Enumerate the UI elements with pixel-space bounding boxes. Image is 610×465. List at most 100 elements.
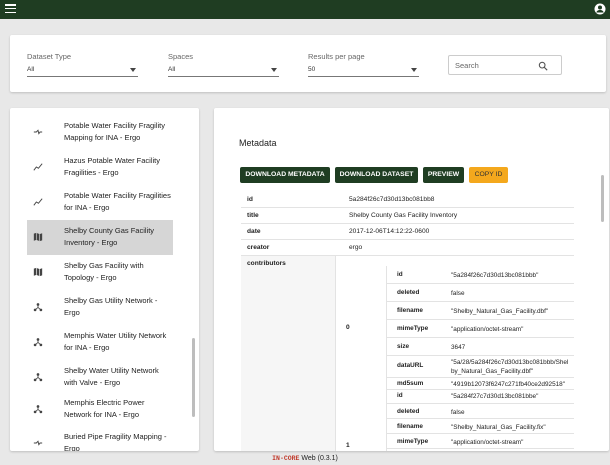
row-key: id [397, 271, 403, 278]
row-key: deleted [397, 289, 420, 296]
list-item-label: Shelby County Gas Facility Inventory - E… [64, 226, 155, 247]
list-item[interactable]: Memphis Water Utility Network for INA - … [27, 325, 173, 360]
spaces-label: Spaces [168, 52, 194, 61]
list-item[interactable]: Potable Water Facility Fragilities for I… [27, 185, 173, 220]
table-row: id 5a284f26c7d30d13bc081bb8 [241, 192, 574, 208]
list-scrollbar[interactable] [192, 338, 195, 417]
list-item-label: Memphis Electric Power Network for INA -… [64, 398, 145, 419]
download-dataset-button[interactable]: DOWNLOAD DATASET [335, 167, 418, 183]
fragility-curve-icon [33, 163, 43, 171]
row-value: "application/octet-stream" [451, 326, 524, 333]
footer-brand: IN-CORE [272, 455, 300, 462]
row-key: deleted [397, 408, 420, 415]
account-icon[interactable] [594, 3, 606, 15]
filter-card: Dataset Type All Spaces All Results per … [10, 35, 606, 92]
network-icon [33, 405, 43, 414]
row-key: size [397, 343, 410, 350]
results-per-page-value: 50 [308, 66, 316, 73]
file-descriptor-index: 1 [346, 442, 350, 449]
row-key: mimeType [397, 438, 429, 445]
row-value: "Shelby_Natural_Gas_Facility.dbf" [451, 308, 549, 315]
results-per-page-filter: Results per page 50 [308, 52, 419, 77]
dropdown-caret-icon [271, 68, 277, 72]
metadata-table: id 5a284f26c7d30d13bc081bb8 title Shelby… [241, 192, 574, 451]
metadata-scrollbar[interactable] [601, 175, 604, 222]
list-item[interactable]: Memphis Electric Power Network for INA -… [27, 392, 173, 427]
search-icon[interactable] [538, 61, 548, 71]
spaces-filter: Spaces All [168, 52, 279, 77]
table-row: id "5a284f27c7d30d13bc081bbe" [387, 390, 574, 404]
menu-icon[interactable] [5, 4, 16, 14]
row-key: creator [247, 244, 270, 251]
table-row: date 2017-12-06T14:12:22-0600 [241, 224, 574, 240]
contributors-cell: contributors [241, 256, 336, 451]
table-row: id "5a284f26c7d30d13bc081bbb" [387, 266, 574, 284]
spaces-value: All [168, 66, 176, 73]
list-item[interactable]: Shelby Gas Facility with Topology - Ergo [27, 255, 173, 290]
row-value: false [451, 409, 465, 416]
list-item[interactable]: Shelby Water Utility Network with Valve … [27, 360, 173, 395]
download-metadata-button[interactable]: DOWNLOAD METADATA [240, 167, 330, 183]
search-box [448, 55, 562, 75]
row-key: mimeType [397, 325, 429, 332]
dataset-type-value: All [27, 66, 35, 73]
row-key: date [247, 228, 261, 235]
list-item[interactable]: Shelby Gas Utility Network - Ergo [27, 290, 173, 325]
row-value: false [451, 290, 465, 297]
table-row: deleted false [387, 404, 574, 419]
row-value: "5a/28/5a284f26c7d30d13bc081bbb/Shelby_N… [451, 359, 569, 375]
list-item-label: Hazus Potable Water Facility Fragilities… [64, 156, 161, 177]
row-key: title [247, 212, 259, 219]
row-value: "5a284f26c7d30d13bc081bbb" [451, 272, 539, 279]
preview-button[interactable]: PREVIEW [423, 167, 464, 183]
spaces-select[interactable]: All [168, 64, 279, 77]
footer: IN-CORE Web (0.3.1) [0, 452, 610, 465]
network-icon [33, 303, 43, 312]
list-item[interactable]: Hazus Potable Water Facility Fragilities… [27, 150, 173, 185]
table-row: size 3647 [387, 338, 574, 356]
table-row: mimeType "application/octet-stream" [387, 320, 574, 338]
row-value: "4919b12073f6247c271fb40ce2d92518" [451, 381, 565, 388]
row-value: 2017-12-06T14:12:22-0600 [349, 228, 430, 235]
row-value: "application/octet-stream" [451, 439, 524, 446]
list-item-label: Potable Water Facility Fragility Mapping… [64, 121, 166, 142]
row-value: ergo [349, 244, 363, 251]
row-value: Shelby County Gas Facility Inventory [349, 212, 458, 219]
file-descriptor-index: 0 [346, 324, 350, 331]
row-key: id [397, 392, 403, 399]
list-item-label: Potable Water Facility Fragilities for I… [64, 191, 171, 212]
mapping-icon [33, 440, 43, 446]
dataset-list: Potable Water Facility Fragility Mapping… [10, 108, 199, 451]
mapping-icon [33, 129, 43, 135]
row-value: 5a284f26c7d30d13bc081bb8 [349, 196, 435, 203]
dataset-type-select[interactable]: All [27, 64, 138, 77]
search-input[interactable] [455, 60, 535, 71]
dataset-type-filter: Dataset Type All [27, 52, 138, 77]
list-item-selected[interactable]: Shelby County Gas Facility Inventory - E… [27, 220, 173, 255]
fragility-curve-icon [33, 198, 43, 206]
table-row: creator ergo [241, 240, 574, 256]
list-item[interactable]: Potable Water Facility Fragility Mapping… [27, 115, 173, 150]
row-key: id [247, 196, 253, 203]
list-item-label: Buried Pipe Fragility Mapping - Ergo [64, 432, 167, 451]
copy-id-button[interactable]: COPY ID [469, 167, 508, 183]
contributors-label: contributors [247, 260, 286, 267]
row-value: "Shelby_Natural_Gas_Facility.fix" [451, 424, 546, 431]
row-key: dataURL [397, 362, 424, 369]
metadata-title: Metadata [239, 138, 277, 148]
list-item-label: Shelby Gas Utility Network - Ergo [64, 296, 158, 317]
list-item-label: Shelby Water Utility Network with Valve … [64, 366, 159, 387]
app-bar [0, 0, 610, 19]
row-value: "5a284f27c7d30d13bc081bbe" [451, 393, 539, 400]
results-per-page-select[interactable]: 50 [308, 64, 419, 77]
list-item-label: Shelby Gas Facility with Topology - Ergo [64, 261, 144, 282]
list-item[interactable]: Buried Pipe Fragility Mapping - Ergo [27, 426, 173, 451]
network-icon [33, 373, 43, 382]
table-row: filename "Shelby_Natural_Gas_Facility.db… [387, 302, 574, 320]
file-descriptor-table: id "5a284f27c7d30d13bc081bbe" deleted fa… [386, 390, 574, 451]
row-key: filename [397, 307, 423, 314]
network-icon [33, 338, 43, 347]
table-row: deleted false [387, 284, 574, 302]
list-item-label: Memphis Water Utility Network for INA - … [64, 331, 167, 352]
dataset-type-label: Dataset Type [27, 52, 72, 61]
